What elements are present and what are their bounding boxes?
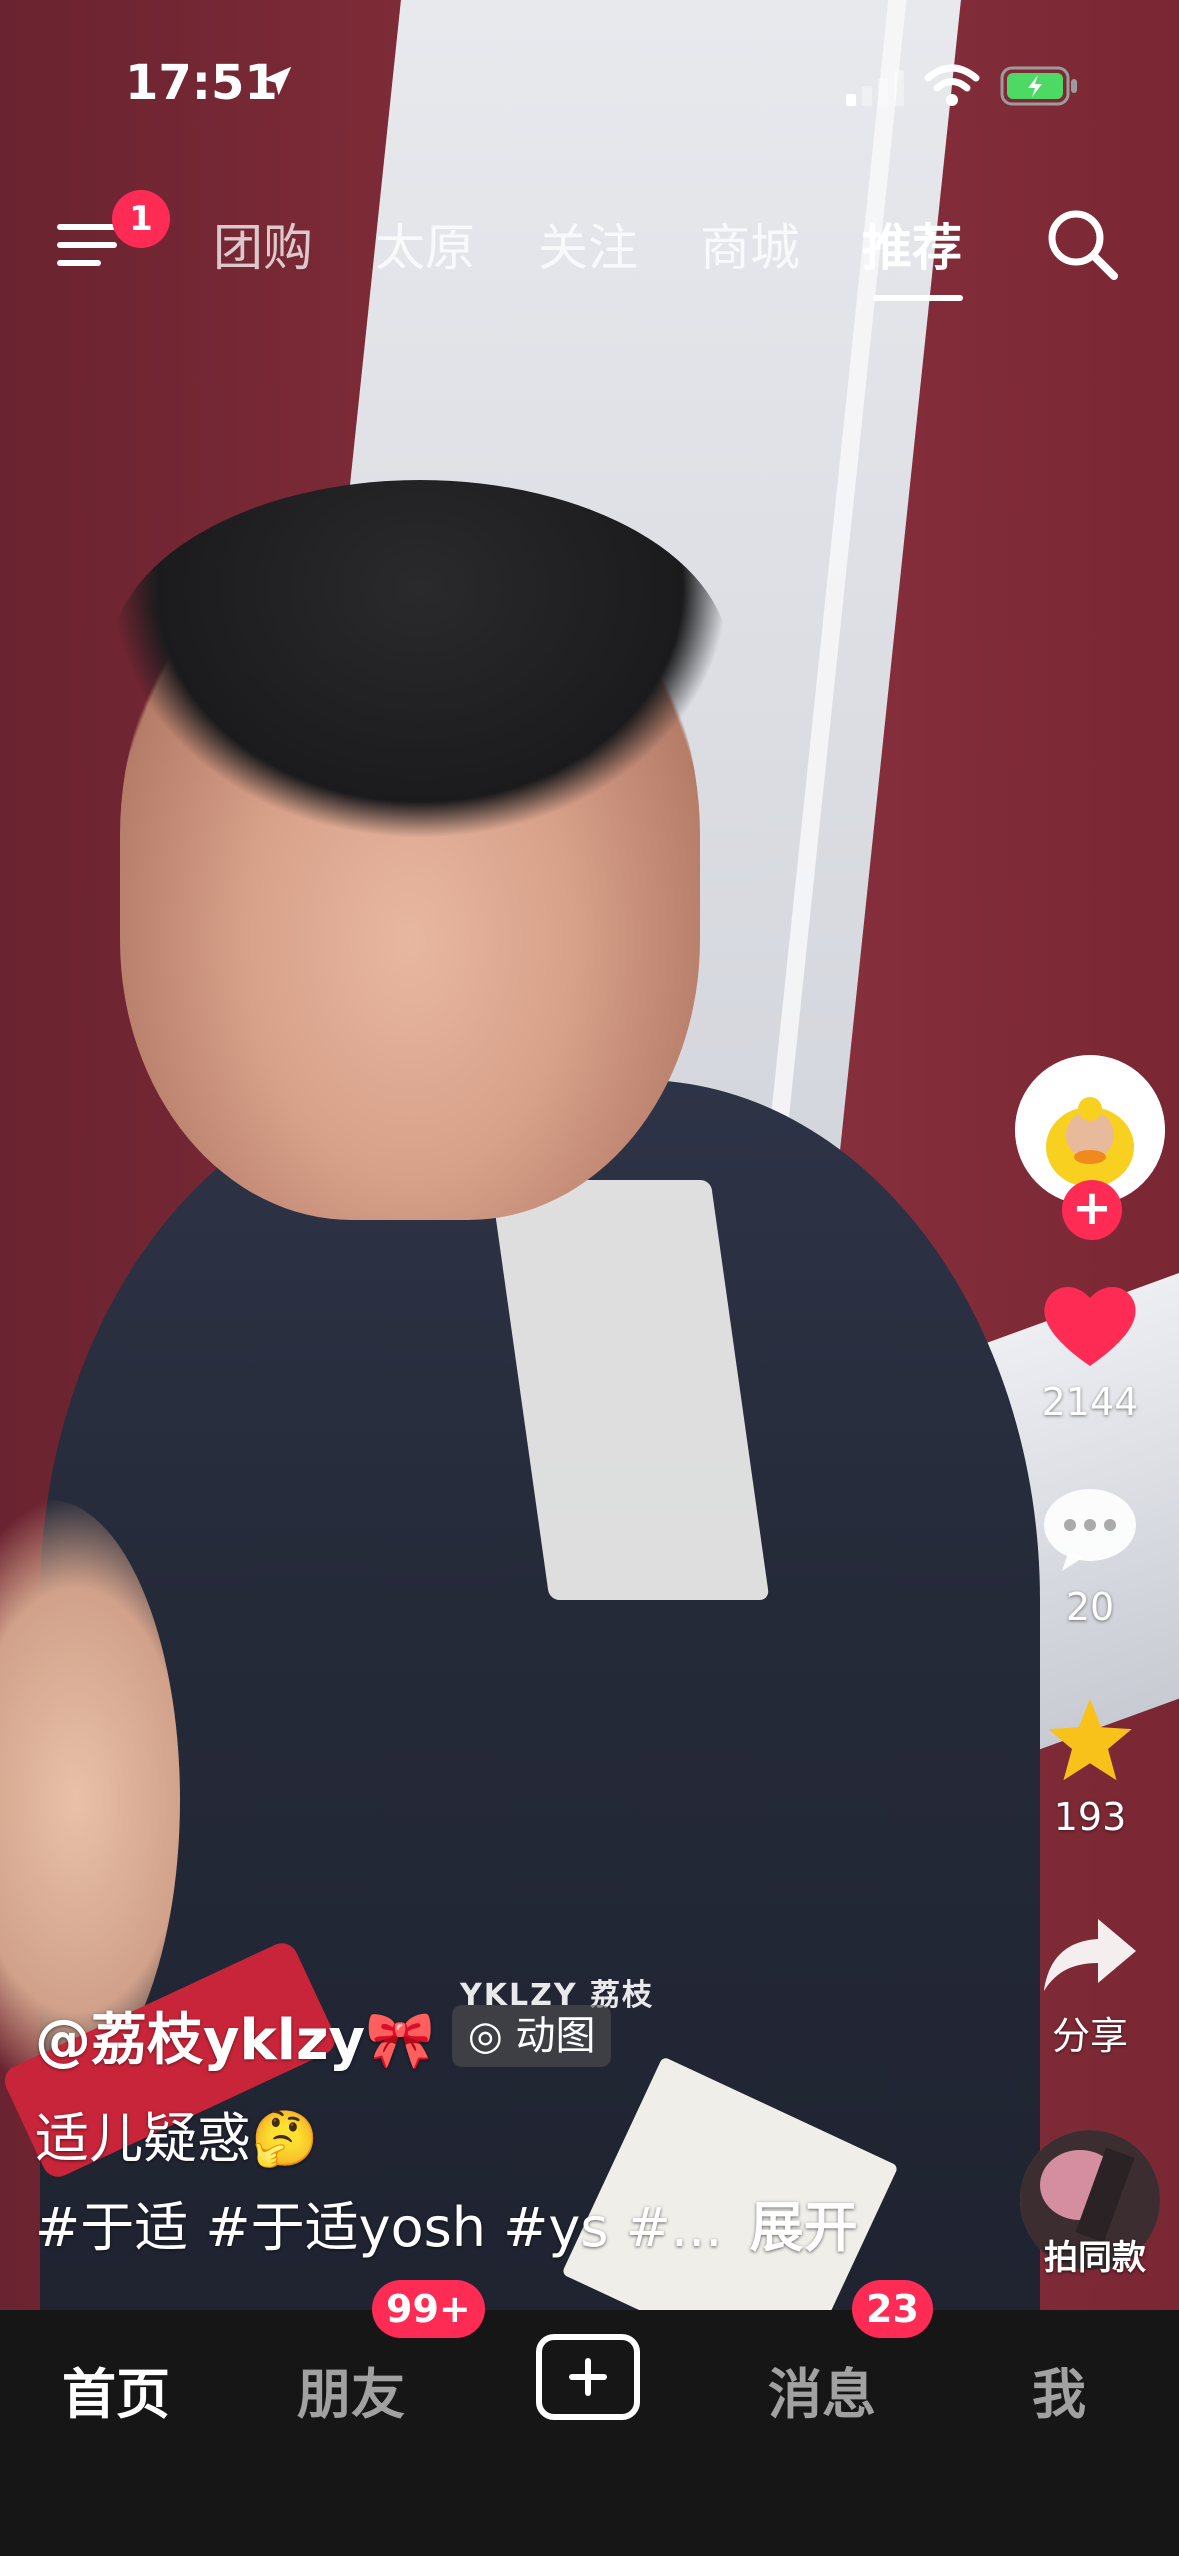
- motion-image-label: 动图: [515, 2012, 596, 2059]
- nav-me[interactable]: 我: [1032, 2350, 1086, 2429]
- share-label: 分享: [1051, 2014, 1128, 2058]
- cellular-signal-icon: [846, 70, 904, 106]
- comment-action[interactable]: 20: [1010, 1485, 1170, 1629]
- motion-image-chip[interactable]: ◎ 动图: [451, 2004, 612, 2067]
- like-count: 2144: [1041, 1380, 1139, 1424]
- search-button[interactable]: [1042, 204, 1122, 284]
- video-frame[interactable]: [0, 0, 1179, 2310]
- comment-icon: [1044, 1489, 1136, 1571]
- expand-button[interactable]: 展开: [750, 2196, 858, 2259]
- tab-taiyuan[interactable]: 太原: [375, 208, 475, 280]
- battery-charging-icon: [1000, 66, 1077, 106]
- hashtag-list[interactable]: #于适 #于适yosh #ys #...: [35, 2196, 722, 2259]
- status-bar: 17:51: [0, 0, 1179, 170]
- favorite-count: 193: [1053, 1795, 1127, 1839]
- create-post-button[interactable]: [536, 2334, 640, 2420]
- menu-notification-badge: 1: [112, 190, 170, 248]
- search-icon: [1048, 210, 1118, 280]
- video-hashtags: #于适 #于适yosh #ys #... 展开: [35, 2183, 975, 2262]
- comment-count: 20: [1065, 1585, 1115, 1629]
- nav-home[interactable]: 首页: [62, 2350, 170, 2429]
- share-arrow-icon: [1044, 1919, 1136, 1991]
- location-arrow-icon: [262, 66, 292, 96]
- like-action[interactable]: 2144: [1010, 1280, 1170, 1424]
- nav-friends[interactable]: 朋友: [297, 2350, 405, 2429]
- person-hair: [110, 480, 730, 840]
- author-name[interactable]: @荔枝yklzy🎀: [35, 1995, 435, 2076]
- same-style-label: 拍同款: [1044, 2238, 1146, 2278]
- share-action[interactable]: 分享: [1010, 1915, 1170, 2060]
- live-photo-icon: ◎: [467, 2012, 503, 2059]
- tab-group-buy[interactable]: 团购: [213, 208, 313, 280]
- video-description: 适儿疑惑🤔: [35, 2107, 319, 2170]
- star-icon: [1048, 1698, 1132, 1781]
- tab-mall[interactable]: 商城: [700, 208, 800, 280]
- heart-icon: [1044, 1286, 1136, 1366]
- video-caption: @荔枝yklzy🎀 ◎ 动图 适儿疑惑🤔 #于适 #于适yosh #ys #..…: [35, 1995, 975, 2262]
- friends-badge: 99+: [372, 2280, 485, 2338]
- tab-recommended[interactable]: 推荐: [862, 208, 962, 280]
- messages-badge: 23: [852, 2280, 933, 2338]
- bottom-nav: 首页 朋友 99+ 消息 23 我: [0, 2280, 1179, 2556]
- favorite-action[interactable]: 193: [1010, 1695, 1170, 1839]
- active-tab-indicator: [873, 295, 963, 301]
- tab-following[interactable]: 关注: [538, 208, 638, 280]
- status-time: 17:51: [125, 55, 278, 111]
- nav-messages[interactable]: 消息: [768, 2350, 876, 2429]
- wifi-icon: [924, 64, 980, 106]
- top-nav: 1 团购 太原 关注 商城 推荐: [0, 190, 1179, 310]
- follow-button[interactable]: +: [1062, 1180, 1122, 1240]
